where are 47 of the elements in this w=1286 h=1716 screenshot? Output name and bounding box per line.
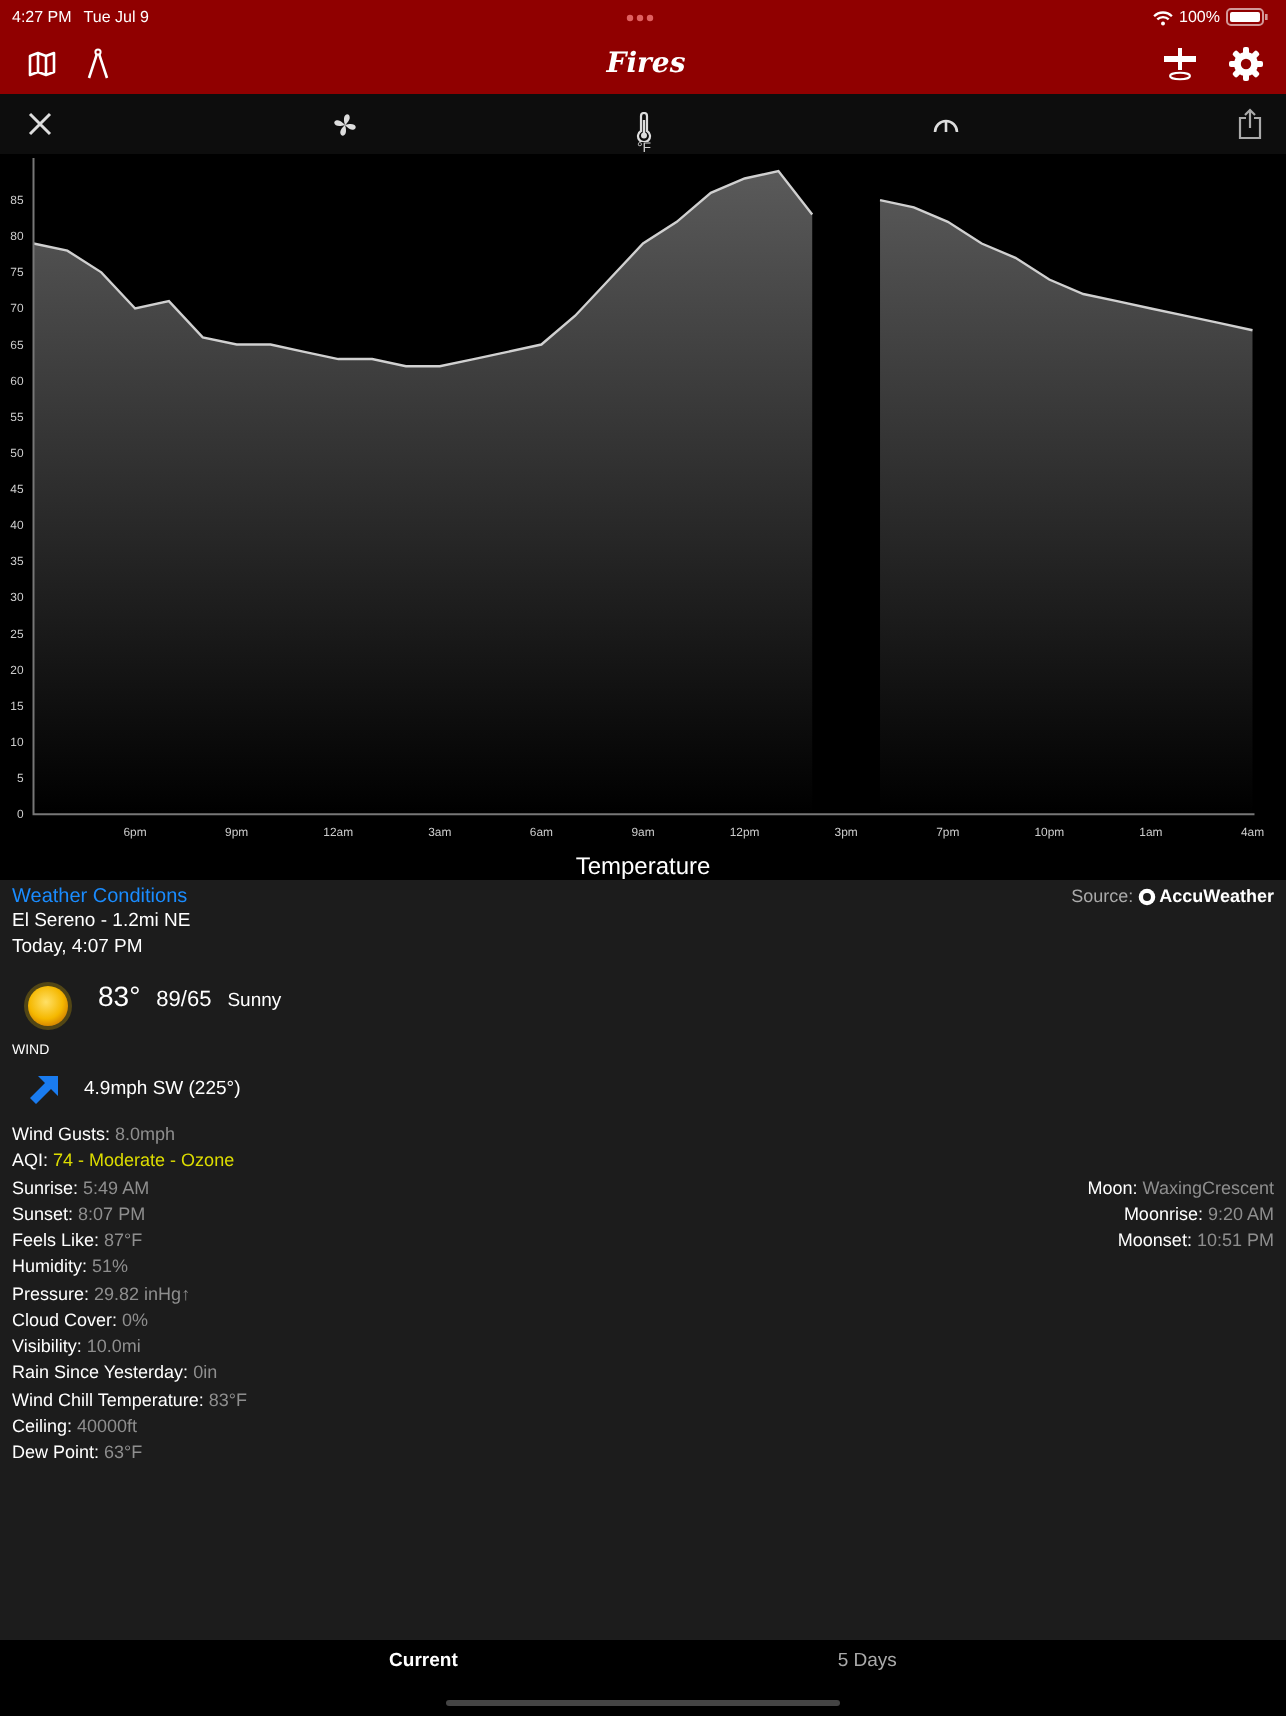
source-name: AccuWeather	[1159, 886, 1274, 906]
weather-conditions-link[interactable]: Weather Conditions	[12, 886, 188, 910]
wind-text: 4.9mph SW (225°)	[84, 1077, 241, 1103]
source-label: Source:	[1071, 886, 1134, 906]
detail-text: Feels Like: 87°F	[12, 1228, 143, 1254]
wifi-icon	[1151, 9, 1174, 25]
sun-logo-icon	[1137, 887, 1156, 905]
high-low-temperature: 89/65	[156, 988, 212, 1012]
status-date: Tue Jul 9	[83, 8, 149, 26]
current-temperature: 83°	[98, 980, 141, 1012]
detail-text: Cloud Cover: 0%	[12, 1307, 149, 1334]
battery-icon	[1226, 8, 1268, 26]
sun-icon	[22, 980, 74, 1032]
observation-time: Today, 4:07 PM	[12, 935, 143, 960]
detail-text: Sunset: 8:07 PM	[12, 1201, 146, 1228]
tab[interactable]: Current	[349, 1640, 498, 1682]
tab[interactable]: 5 Days	[797, 1640, 937, 1682]
battery-percent: 100%	[1179, 8, 1220, 26]
fan-icon[interactable]	[331, 111, 357, 137]
map-icon[interactable]	[28, 50, 56, 78]
arrow-icon	[28, 1074, 60, 1106]
detail-text: Visibility: 10.0mi	[12, 1334, 141, 1360]
detail-text: Pressure: 29.82 inHg↑	[12, 1281, 191, 1308]
detail-text: Dew Point: 63°F	[12, 1440, 143, 1466]
moon-detail-text: Moonset: 10:51 PM	[1117, 1228, 1274, 1254]
app-title: Fires	[606, 48, 686, 80]
detail-text: Ceiling: 40000ft	[12, 1413, 138, 1440]
aircraft-icon[interactable]	[1162, 46, 1198, 82]
moon-detail-text: Moonrise: 9:20 AM	[1123, 1201, 1274, 1228]
detail-text: Wind Gusts: 8.0mph	[12, 1122, 176, 1148]
detail-text: Wind Chill Temperature: 83°F	[12, 1387, 247, 1414]
detail-text: Humidity: 51%	[12, 1254, 129, 1281]
moon-detail-text: Moon: WaxingCrescent	[1087, 1175, 1274, 1202]
detail-text: Rain Since Yesterday: 0in	[12, 1360, 218, 1387]
condition-text: Sunny	[227, 990, 282, 1012]
detail-text: Sunrise: 5:49 AM	[12, 1175, 150, 1201]
gauge-icon[interactable]	[931, 114, 959, 134]
share-icon[interactable]	[1238, 108, 1262, 140]
location-text: El Sereno - 1.2mi NE	[12, 910, 191, 935]
thermometer-icon[interactable]	[636, 112, 652, 142]
chart-title: Temperature	[573, 852, 713, 880]
settings-icon[interactable]	[1228, 46, 1264, 82]
compass-drawing-icon[interactable]	[86, 48, 110, 80]
more-icon	[626, 13, 654, 21]
close-icon[interactable]	[28, 112, 52, 136]
status-time: 4:27 PM	[12, 8, 72, 26]
detail-text: AQI: 74 - Moderate - Ozone	[12, 1148, 235, 1175]
